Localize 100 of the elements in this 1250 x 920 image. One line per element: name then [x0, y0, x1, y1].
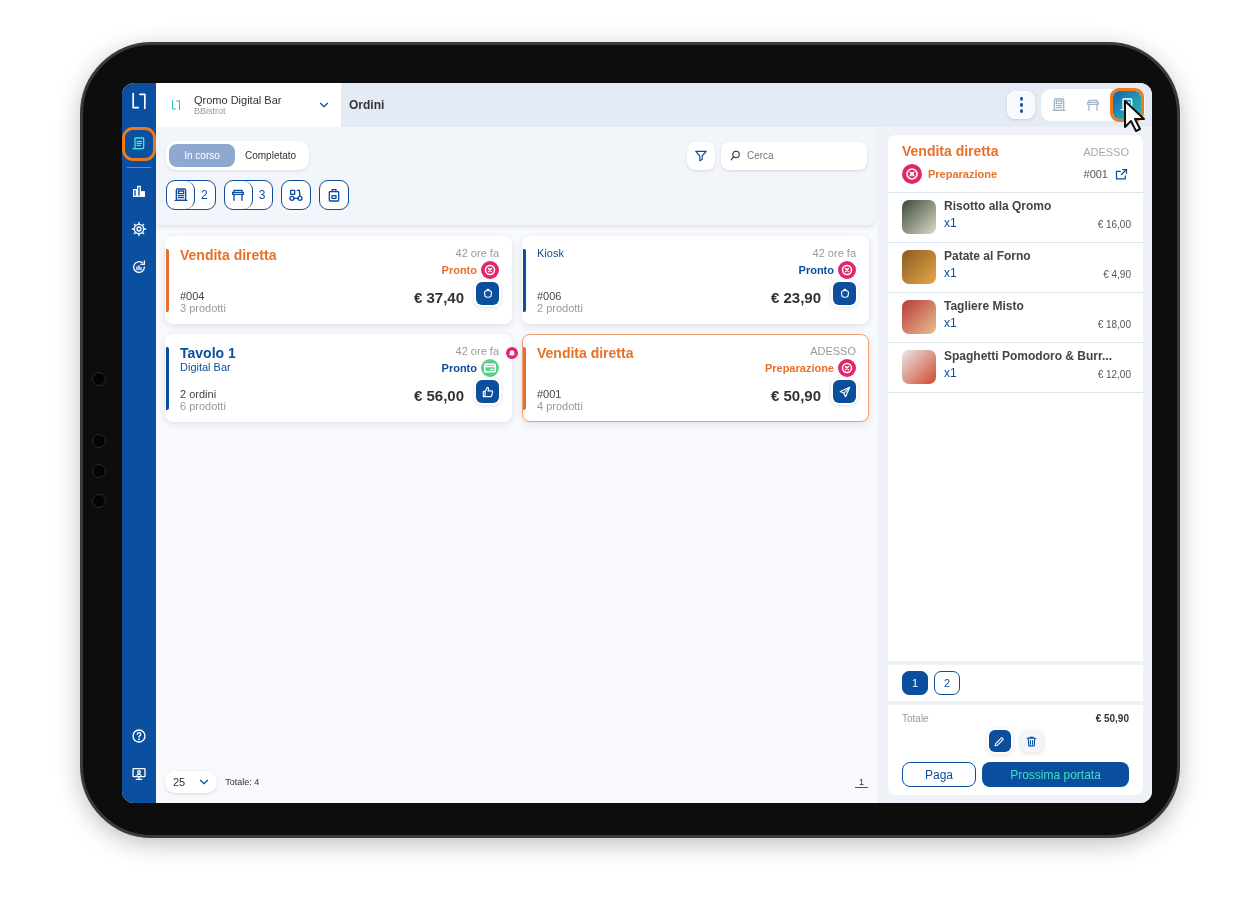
order-total: € 50,90 — [770, 387, 821, 404]
photo-placeholder — [902, 350, 936, 384]
channel-filter[interactable] — [281, 180, 312, 210]
order-title: Vendita diretta — [180, 247, 278, 263]
share-icon — [1114, 166, 1129, 182]
item-name: Spaghetti Pomodoro & Burr... — [944, 349, 1113, 363]
refresh-chart-icon — [131, 259, 147, 275]
product-count: 6 prodotti — [180, 400, 227, 412]
bar-chart-icon — [131, 183, 147, 199]
monitor-icon — [131, 766, 147, 782]
cash-register-icon — [1051, 97, 1067, 113]
status-tab[interactable]: Completato — [235, 144, 307, 167]
item-quantity: x1 — [944, 216, 957, 230]
thumbs-up-icon — [480, 384, 495, 399]
order-number: #001 — [537, 388, 563, 400]
channel-filter[interactable]: 3 — [223, 180, 274, 210]
order-title: Tavolo 1 — [180, 345, 237, 361]
order-number: #004 — [180, 290, 206, 302]
help-icon — [131, 728, 147, 744]
order-item[interactable]: Spaghetti Pomodoro & Burr... x1 € 12,00 — [888, 343, 1143, 393]
edit-button[interactable] — [988, 730, 1011, 752]
page-link[interactable]: 1 — [855, 776, 868, 788]
order-source: Kiosk — [537, 247, 565, 259]
receipt-icon — [131, 136, 147, 152]
delete-button[interactable] — [1020, 730, 1043, 752]
filter-button[interactable] — [687, 141, 715, 170]
next-course-button[interactable]: Prossima portata — [982, 762, 1129, 787]
product-count: 4 prodotti — [537, 400, 584, 412]
cancel-icon — [481, 261, 499, 279]
course-tab[interactable]: 2 — [934, 671, 960, 695]
cancel-icon — [838, 261, 856, 279]
page-title: Ordini — [349, 98, 386, 112]
detail-time: ADESSO — [1083, 146, 1129, 158]
order-action-button[interactable] — [476, 380, 499, 403]
item-price: € 4,90 — [1103, 269, 1131, 280]
venue-subtitle: BBistrot — [194, 106, 227, 116]
item-price: € 12,00 — [1097, 369, 1131, 380]
product-count: 2 prodotti — [537, 302, 584, 314]
venue-selector[interactable]: Qromo Digital Bar BBistrot — [156, 83, 341, 127]
channel-filter[interactable] — [319, 180, 350, 210]
order-status: Pronto — [441, 264, 477, 276]
photo-placeholder — [902, 250, 936, 284]
item-quantity: x1 — [944, 266, 957, 280]
course-tab[interactable]: 1 — [902, 671, 928, 695]
order-status: Pronto — [441, 362, 477, 374]
cancel-icon — [838, 359, 856, 377]
product-count: 3 prodotti — [180, 302, 227, 314]
more-button[interactable] — [1007, 91, 1035, 119]
page-size-select[interactable]: 25 — [165, 771, 218, 793]
order-card[interactable]: Vendita diretta #004 3 prodotti 42 ore fa Pronto € 37,40 — [165, 236, 512, 324]
order-total: € 56,00 — [413, 387, 464, 404]
filter-icon — [694, 148, 708, 163]
item-name: Risotto alla Qromo — [944, 199, 1053, 213]
order-time: 42 ore fa — [455, 345, 499, 357]
scooter-icon — [288, 187, 305, 203]
table-icon — [230, 187, 247, 203]
search-field[interactable]: Cerca — [721, 141, 867, 170]
order-total-count: Totale: 4 — [225, 777, 260, 787]
settings-icon — [131, 221, 147, 237]
order-card[interactable]: Vendita diretta #001 4 prodotti ADESSO Preparazione € 50,90 — [522, 334, 869, 422]
trash-icon — [1025, 734, 1038, 748]
order-total: € 37,40 — [413, 289, 464, 306]
photo-placeholder — [902, 200, 936, 234]
order-item[interactable]: Tagliere Misto x1 € 18,00 — [888, 293, 1143, 343]
order-card[interactable]: Tavolo 1 Digital Bar 2 ordini 6 prodotti 42 ore fa Pronto € 56,00 — [165, 334, 512, 422]
order-time: ADESSO — [810, 345, 856, 357]
card-icon — [481, 359, 499, 377]
item-price: € 16,00 — [1097, 219, 1131, 230]
order-time: 42 ore fa — [455, 247, 499, 259]
order-status: Pronto — [798, 264, 834, 276]
venue-name: Qromo Digital Bar — [194, 94, 283, 106]
total-label: Totale — [902, 713, 929, 724]
logo-icon — [129, 91, 149, 111]
item-quantity: x1 — [944, 366, 957, 380]
order-action-button[interactable] — [833, 380, 856, 403]
cash-register-icon — [172, 187, 189, 203]
share-button[interactable] — [1114, 166, 1129, 182]
pencil-icon — [993, 734, 1006, 748]
order-total: € 23,90 — [770, 289, 821, 306]
order-card[interactable]: Kiosk #006 2 prodotti 42 ore fa Pronto € 23,90 — [522, 236, 869, 324]
item-quantity: x1 — [944, 316, 957, 330]
order-number: #006 — [537, 290, 563, 302]
detail-order-number: #001 — [1083, 168, 1108, 180]
order-time: 42 ore fa — [812, 247, 856, 259]
order-item[interactable]: Patate al Forno x1 € 4,90 — [888, 243, 1143, 293]
photo-placeholder — [902, 300, 936, 334]
order-action-button[interactable] — [833, 282, 856, 305]
order-item[interactable]: Risotto alla Qromo x1 € 16,00 — [888, 193, 1143, 243]
channel-filter[interactable]: 2 — [166, 180, 216, 210]
detail-title: Vendita diretta — [902, 143, 999, 159]
pay-button[interactable]: Paga — [902, 762, 976, 787]
order-action-button[interactable] — [476, 282, 499, 305]
order-number: 2 ordini — [180, 388, 218, 400]
item-name: Patate al Forno — [944, 249, 1032, 263]
detail-status: Preparazione — [928, 168, 999, 180]
total-amount: € 50,90 — [1095, 713, 1129, 724]
send-icon — [837, 384, 852, 399]
logo-icon — [170, 99, 182, 111]
order-source: Digital Bar — [180, 361, 232, 373]
more-icon — [1019, 97, 1023, 113]
